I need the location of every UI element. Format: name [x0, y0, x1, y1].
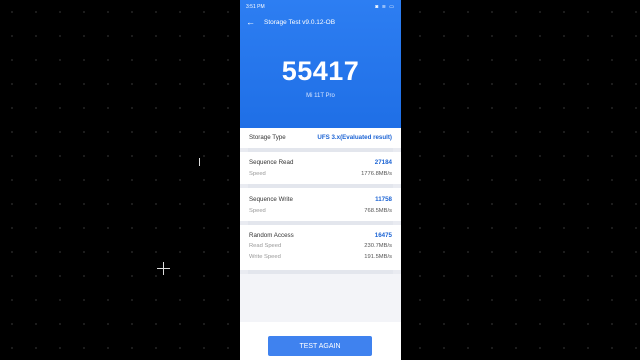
app-title: Storage Test v9.0.12-OB [264, 19, 336, 26]
storage-type-value: UFS 3.x(Evaluated result) [317, 134, 392, 141]
sequence-read-card: Sequence Read 27184 Speed 1776.8MB/s [240, 152, 401, 184]
device-name: Mi 11T Pro [306, 93, 335, 99]
sequence-write-score: 11758 [375, 196, 392, 203]
total-score: 55417 [281, 56, 360, 86]
sequence-read-score: 27184 [374, 159, 392, 166]
crosshair-cursor-icon [157, 262, 170, 275]
random-read-speed-label: Read Speed [249, 243, 282, 249]
sequence-write-label: Sequence Write [249, 196, 293, 203]
phone-screen: 3:51 PM ◙ ≋ ▭ ← Storage Test v9.0.12-OB … [240, 0, 401, 360]
random-read-speed-value: 230.7MB/s [364, 243, 392, 249]
status-time: 3:51 PM [246, 4, 265, 10]
random-access-label: Random Access [249, 232, 294, 239]
status-bar: 3:51 PM ◙ ≋ ▭ [246, 4, 395, 12]
app-bar: ← Storage Test v9.0.12-OB [246, 17, 395, 29]
random-write-speed-label: Write Speed [249, 254, 281, 260]
sequence-read-speed-value: 1776.8MB/s [361, 171, 392, 177]
sequence-write-speed-label: Speed [249, 208, 266, 214]
random-access-score: 16475 [374, 232, 392, 239]
sequence-read-label: Sequence Read [249, 159, 294, 166]
test-again-button[interactable]: TEST AGAIN [268, 336, 372, 356]
ibeam-cursor-icon [199, 158, 200, 166]
result-header: 3:51 PM ◙ ≋ ▭ ← Storage Test v9.0.12-OB … [240, 0, 401, 128]
random-access-card: Random Access 16475 Read Speed 230.7MB/s… [240, 225, 401, 270]
storage-type-row: Storage Type UFS 3.x(Evaluated result) [240, 128, 401, 148]
storage-type-label: Storage Type [249, 134, 286, 141]
sequence-write-card: Sequence Write 11758 Speed 768.5MB/s [240, 188, 401, 221]
sequence-read-speed-label: Speed [249, 171, 266, 177]
content-spacer [240, 274, 401, 322]
sequence-write-speed-value: 768.5MB/s [364, 208, 392, 214]
status-icons: ◙ ≋ ▭ [375, 4, 395, 10]
back-arrow-icon[interactable]: ← [246, 17, 255, 27]
random-write-speed-value: 191.5MB/s [364, 254, 392, 260]
